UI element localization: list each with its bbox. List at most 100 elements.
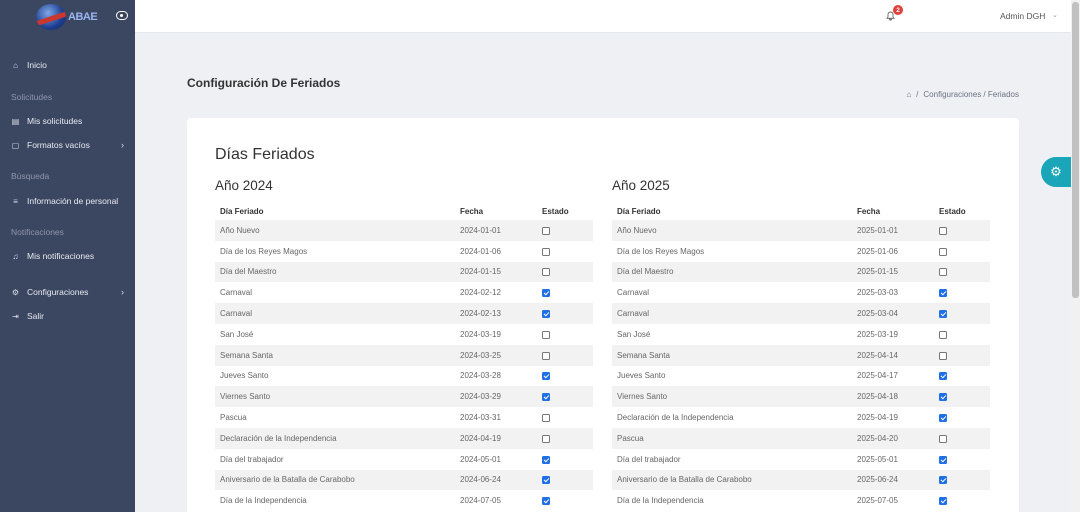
status-checkbox[interactable] [542,268,550,277]
scrollbar[interactable] [1071,0,1080,512]
sidebar-item[interactable]: ⚙ Configuraciones › [0,284,135,300]
holiday-name: Carnaval [215,303,455,324]
table-row: Declaración de la Independencia 2025-04-1… [612,407,990,428]
status-checkbox[interactable] [542,372,550,381]
status-checkbox[interactable] [542,247,550,256]
holiday-name: Viernes Santo [612,386,852,408]
status-checkbox[interactable] [542,393,550,402]
table-row: Año Nuevo 2024-01-01 [215,220,593,241]
table-row: Carnaval 2025-03-04 [612,303,990,324]
holiday-date: 2025-06-24 [852,469,934,491]
status-checkbox[interactable] [939,393,947,402]
column-header-date: Fecha [460,207,484,216]
sidebar-section-label: Notificaciones [11,227,64,237]
status-checkbox[interactable] [542,351,550,360]
status-checkbox[interactable] [939,351,947,360]
status-checkbox[interactable] [939,497,947,506]
status-checkbox[interactable] [542,497,550,506]
logo-text: ABAE [68,10,98,23]
status-checkbox[interactable] [542,226,550,235]
status-checkbox[interactable] [542,455,550,464]
table-row: Semana Santa 2024-03-25 [215,344,593,366]
table-row: Pascua 2024-03-31 [215,407,593,428]
file-icon: ▢ [11,140,20,150]
status-checkbox[interactable] [939,434,947,443]
holiday-date: 2024-03-19 [460,329,501,339]
status-checkbox[interactable] [939,372,947,381]
holiday-status-cell [934,427,990,449]
status-checkbox[interactable] [939,330,947,339]
holiday-status-cell [537,469,593,491]
year-title: Año 2024 [215,178,273,193]
status-checkbox[interactable] [542,434,550,443]
sidebar-item[interactable]: ▢ Formatos vacíos › [0,137,135,153]
chevron-down-icon[interactable]: ⌄ [1052,11,1058,19]
status-checkbox[interactable] [939,226,947,235]
bell-icon: ♫ [12,251,19,261]
sidebar-item-label: Configuraciones [27,287,89,297]
holiday-name: Jueves Santo [617,371,666,381]
sidebar-item[interactable]: ⇥ Salir [0,308,135,324]
status-checkbox[interactable] [939,289,947,298]
sidebar-item[interactable]: ≡ Información de personal [0,193,135,209]
sidebar-toggle-icon[interactable] [116,11,128,20]
table-row: Día de los Reyes Magos 2024-01-06 [215,241,593,262]
holiday-status-cell [934,282,990,303]
holiday-name: San José [220,329,254,339]
breadcrumb-path[interactable]: Configuraciones / Feriados [923,90,1019,99]
holiday-date: 2025-04-14 [852,344,934,366]
settings-gear-icon[interactable]: ⚙ [1041,157,1071,187]
holiday-name: Semana Santa [612,344,852,366]
holiday-date: 2025-01-06 [857,246,898,256]
breadcrumb-separator: / [916,90,919,99]
holidays-table: Día Feriado Fecha Estado Año Nuevo 2024-01-0… [215,203,593,511]
home-icon[interactable]: ⌂ [906,90,911,99]
logo[interactable]: ABAE [36,3,98,30]
holiday-name: Pascua [220,413,247,423]
holiday-status-cell [537,344,593,366]
breadcrumb: ⌂ / Configuraciones / Feriados [906,90,1019,99]
status-checkbox[interactable] [939,455,947,464]
holiday-name: Viernes Santo [215,386,455,408]
status-checkbox[interactable] [542,289,550,298]
holiday-date: 2024-02-13 [455,303,537,324]
status-checkbox[interactable] [542,330,550,339]
holiday-status-cell [537,407,593,428]
status-checkbox[interactable] [939,268,947,277]
status-checkbox[interactable] [542,413,550,422]
holiday-name: Declaración de la Independencia [617,413,734,423]
user-menu[interactable]: Admin DGH [1000,11,1045,21]
table-row: Jueves Santo 2024-03-28 [215,366,593,387]
holiday-name: Aniversario de la Batalla de Carabobo [215,469,455,491]
chevron-right-icon: › [121,287,124,297]
page-title: Configuración De Feriados [187,76,341,90]
status-checkbox[interactable] [542,476,550,485]
list-icon: ≡ [13,196,18,206]
table-row: Viernes Santo 2025-04-18 [612,386,990,408]
status-checkbox[interactable] [939,309,947,318]
table-row: Carnaval 2024-02-12 [215,282,593,303]
sidebar-item-label: Mis notificaciones [27,251,95,261]
holiday-date: 2025-01-01 [852,220,934,241]
holiday-name: Carnaval [617,288,650,298]
status-checkbox[interactable] [939,413,947,422]
sidebar-item[interactable]: ♫ Mis notificaciones [0,248,135,264]
holiday-name: Pascua [612,427,852,449]
holiday-name: Día de los Reyes Magos [617,246,705,256]
holiday-status-cell [934,366,990,387]
table-row: San José 2024-03-19 [215,324,593,345]
holiday-status-cell [537,261,593,283]
status-checkbox[interactable] [939,476,947,485]
status-checkbox[interactable] [542,309,550,318]
table-row: San José 2025-03-19 [612,324,990,345]
holiday-status-cell [934,449,990,470]
status-checkbox[interactable] [939,247,947,256]
table-row: Viernes Santo 2024-03-29 [215,386,593,408]
table-row: Día de la Independencia 2025-07-05 [612,490,990,511]
sidebar-item[interactable]: ⌂ Inicio [0,57,135,73]
holiday-status-cell [934,241,990,262]
table-row: Semana Santa 2025-04-14 [612,344,990,366]
sidebar-item[interactable]: ▤ Mis solicitudes [0,113,135,129]
holiday-date: 2024-06-24 [455,469,537,491]
scrollbar-thumb[interactable] [1072,2,1079,298]
